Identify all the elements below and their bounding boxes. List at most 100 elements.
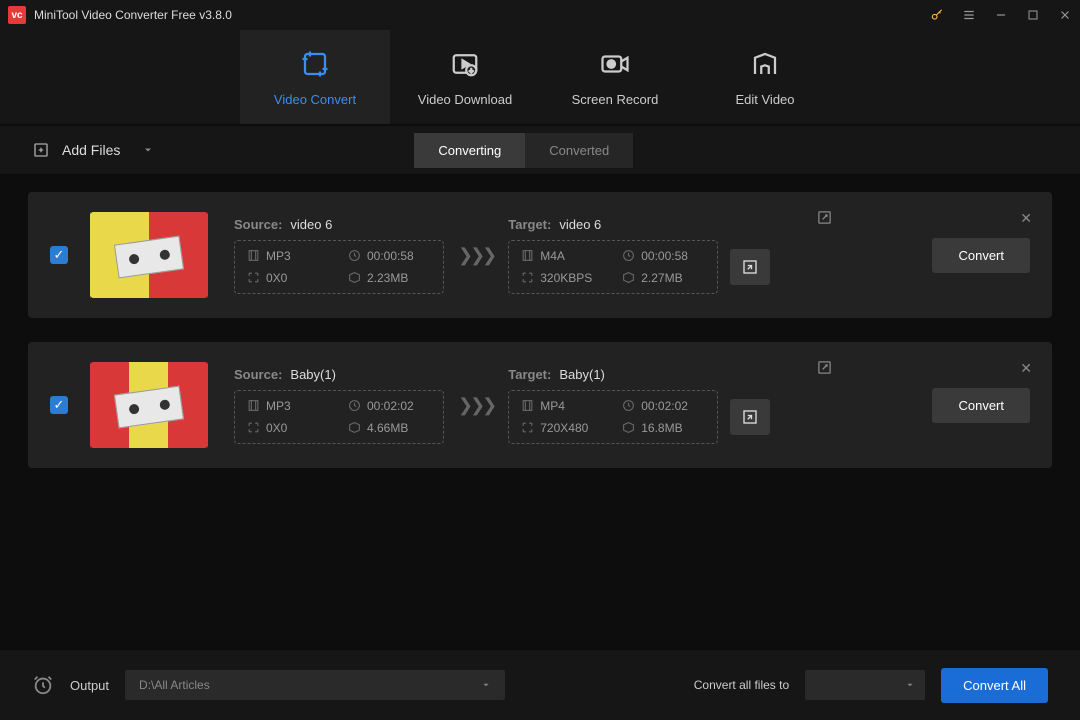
arrow-icon: ❯❯❯ <box>458 395 494 416</box>
convert-button[interactable]: Convert <box>932 238 1030 273</box>
source-name: Baby(1) <box>290 367 336 382</box>
target-name: Baby(1) <box>559 367 605 382</box>
resolution-icon <box>247 271 260 284</box>
target-format-button[interactable] <box>730 399 770 435</box>
target-details: M4A 00:00:58 320KBPS 2.27MB <box>508 240 718 294</box>
check-icon: ✓ <box>54 397 65 413</box>
target-column: Target: video 6 M4A 00:00:58 320KBPS 2.2… <box>508 217 770 294</box>
output-path-select[interactable]: D:\All Articles <box>125 670 505 700</box>
format-icon <box>521 249 534 262</box>
file-list: ✓ Source: video 6 MP3 00:00:58 0X0 2.23M… <box>0 174 1080 510</box>
file-details: Source: Baby(1) MP3 00:02:02 0X0 4.66MB … <box>234 367 932 444</box>
remove-icon[interactable]: ✕ <box>1020 360 1032 377</box>
remove-icon[interactable]: ✕ <box>1020 210 1032 227</box>
target-duration: 00:00:58 <box>641 249 688 263</box>
select-icon <box>741 258 759 276</box>
source-resolution: 0X0 <box>266 421 287 435</box>
add-files-label: Add Files <box>62 142 120 158</box>
edit-icon[interactable] <box>817 210 832 225</box>
record-icon <box>599 48 631 80</box>
target-resolution: 720X480 <box>540 421 588 435</box>
convert-all-format-select[interactable] <box>805 670 925 700</box>
tab-screen-record[interactable]: Screen Record <box>540 30 690 124</box>
convert-all-button[interactable]: Convert All <box>941 668 1048 703</box>
schedule-icon[interactable] <box>32 674 54 696</box>
format-icon <box>247 399 260 412</box>
source-label: Source: <box>234 367 282 382</box>
file-details: Source: video 6 MP3 00:00:58 0X0 2.23MB … <box>234 217 932 294</box>
source-format: MP3 <box>266 249 291 263</box>
size-icon <box>348 271 361 284</box>
target-format: MP4 <box>540 399 565 413</box>
file-item: ✓ Source: video 6 MP3 00:00:58 0X0 2.23M… <box>28 192 1052 318</box>
main-tabs: Video Convert Video Download Screen Reco… <box>0 30 1080 124</box>
clock-icon <box>622 399 635 412</box>
footer: Output D:\All Articles Convert all files… <box>0 650 1080 720</box>
tab-video-convert[interactable]: Video Convert <box>240 30 390 124</box>
tab-label: Video Convert <box>274 92 356 107</box>
size-icon <box>348 421 361 434</box>
output-path: D:\All Articles <box>139 678 210 692</box>
target-label: Target: <box>508 217 551 232</box>
chevron-down-icon <box>481 680 491 690</box>
minimize-icon[interactable] <box>994 8 1008 22</box>
download-icon <box>449 48 481 80</box>
target-size: 16.8MB <box>641 421 682 435</box>
target-column: Target: Baby(1) MP4 00:02:02 720X480 16.… <box>508 367 770 444</box>
chevron-down-icon[interactable] <box>142 144 154 156</box>
add-file-icon <box>32 141 50 159</box>
toolbar: Add Files Converting Converted <box>0 126 1080 174</box>
file-thumbnail <box>90 362 208 448</box>
convert-icon <box>299 48 331 80</box>
target-format: M4A <box>540 249 565 263</box>
file-item: ✓ Source: Baby(1) MP3 00:02:02 0X0 4.66M… <box>28 342 1052 468</box>
target-resolution: 320KBPS <box>540 271 592 285</box>
clock-icon <box>348 249 361 262</box>
source-size: 4.66MB <box>367 421 408 435</box>
menu-icon[interactable] <box>962 8 976 22</box>
app-title: MiniTool Video Converter Free v3.8.0 <box>34 8 930 22</box>
arrow-icon: ❯❯❯ <box>458 245 494 266</box>
target-format-button[interactable] <box>730 249 770 285</box>
chevron-down-icon <box>905 680 915 690</box>
source-size: 2.23MB <box>367 271 408 285</box>
source-resolution: 0X0 <box>266 271 287 285</box>
target-size: 2.27MB <box>641 271 682 285</box>
source-format: MP3 <box>266 399 291 413</box>
source-column: Source: video 6 MP3 00:00:58 0X0 2.23MB <box>234 217 444 294</box>
source-details: MP3 00:00:58 0X0 2.23MB <box>234 240 444 294</box>
source-column: Source: Baby(1) MP3 00:02:02 0X0 4.66MB <box>234 367 444 444</box>
key-icon[interactable] <box>930 8 944 22</box>
target-name: video 6 <box>559 217 601 232</box>
maximize-icon[interactable] <box>1026 8 1040 22</box>
file-thumbnail <box>90 212 208 298</box>
file-checkbox[interactable]: ✓ <box>50 396 68 414</box>
convert-button[interactable]: Convert <box>932 388 1030 423</box>
source-details: MP3 00:02:02 0X0 4.66MB <box>234 390 444 444</box>
source-label: Source: <box>234 217 282 232</box>
add-files-button[interactable]: Add Files <box>32 141 154 159</box>
target-duration: 00:02:02 <box>641 399 688 413</box>
target-details: MP4 00:02:02 720X480 16.8MB <box>508 390 718 444</box>
tab-video-download[interactable]: Video Download <box>390 30 540 124</box>
tab-converting[interactable]: Converting <box>414 133 525 168</box>
select-icon <box>741 408 759 426</box>
resolution-icon <box>521 271 534 284</box>
tab-converted[interactable]: Converted <box>525 133 633 168</box>
size-icon <box>622 271 635 284</box>
file-checkbox[interactable]: ✓ <box>50 246 68 264</box>
app-logo: vc <box>8 6 26 24</box>
target-header: Target: Baby(1) <box>508 367 770 382</box>
target-label: Target: <box>508 367 551 382</box>
target-header: Target: video 6 <box>508 217 770 232</box>
clock-icon <box>348 399 361 412</box>
tab-label: Video Download <box>418 92 512 107</box>
edit-icon[interactable] <box>817 360 832 375</box>
resolution-icon <box>247 421 260 434</box>
close-icon[interactable] <box>1058 8 1072 22</box>
convert-all-label: Convert all files to <box>694 678 789 692</box>
size-icon <box>622 421 635 434</box>
check-icon: ✓ <box>54 247 65 263</box>
edit-video-icon <box>749 48 781 80</box>
tab-edit-video[interactable]: Edit Video <box>690 30 840 124</box>
